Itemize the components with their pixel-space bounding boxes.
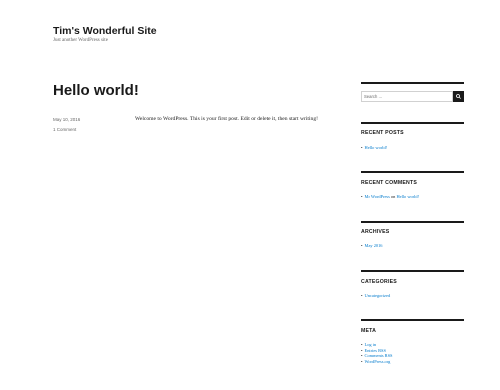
search-button[interactable] [453, 91, 464, 102]
search-icon [456, 94, 461, 99]
list-item: Mr WordPress on Hello world! [361, 194, 419, 200]
comment-on-text: on [390, 194, 396, 199]
meta-login-link[interactable]: Log in [365, 342, 377, 347]
post-comments-link[interactable]: 1 Comment [53, 125, 80, 135]
post-title[interactable]: Hello world! [53, 82, 139, 99]
widget-title-categories: CATEGORIES [361, 279, 397, 285]
search-form: Search … [361, 91, 464, 102]
recent-posts-list: Hello world! [361, 145, 388, 151]
sidebar-divider [361, 82, 464, 84]
recent-post-link[interactable]: Hello world! [365, 145, 388, 150]
archives-list: May 2016 [361, 243, 383, 249]
meta-wordpress-org-link[interactable]: WordPress.org [365, 359, 391, 364]
widget-title-recent-posts: RECENT POSTS [361, 130, 404, 136]
meta-entries-rss-link[interactable]: Entries RSS [365, 348, 386, 353]
widget-title-archives: ARCHIVES [361, 229, 390, 235]
meta-comments-rss-link[interactable]: Comments RSS [365, 353, 393, 358]
sidebar-divider [361, 270, 464, 272]
list-item[interactable]: WordPress.org [361, 359, 392, 365]
archive-link[interactable]: May 2016 [365, 243, 383, 248]
list-item[interactable]: May 2016 [361, 243, 383, 249]
meta-list: Log in Entries RSS Comments RSS WordPres… [361, 342, 393, 365]
post-date[interactable]: May 10, 2016 [53, 115, 80, 125]
sidebar-divider [361, 319, 464, 321]
categories-list: Uncategorized [361, 293, 391, 299]
list-item[interactable]: Hello world! [361, 145, 388, 151]
entry-meta: May 10, 2016 1 Comment [53, 115, 80, 135]
comment-post-link[interactable]: Hello world! [396, 194, 419, 199]
post-content: Welcome to WordPress. This is your first… [135, 116, 318, 122]
sidebar-divider [361, 221, 464, 223]
sidebar-divider [361, 122, 464, 124]
search-input[interactable]: Search … [361, 91, 453, 102]
sidebar-divider [361, 171, 464, 173]
comment-author-link[interactable]: Mr WordPress [365, 194, 390, 199]
site-title[interactable]: Tim's Wonderful Site [53, 25, 157, 37]
widget-title-meta: META [361, 328, 377, 334]
widget-title-recent-comments: RECENT COMMENTS [361, 180, 418, 186]
category-link[interactable]: Uncategorized [365, 293, 391, 298]
list-item[interactable]: Uncategorized [361, 293, 391, 299]
recent-comments-list: Mr WordPress on Hello world! [361, 194, 419, 200]
site-description: Just another WordPress site [53, 38, 108, 43]
